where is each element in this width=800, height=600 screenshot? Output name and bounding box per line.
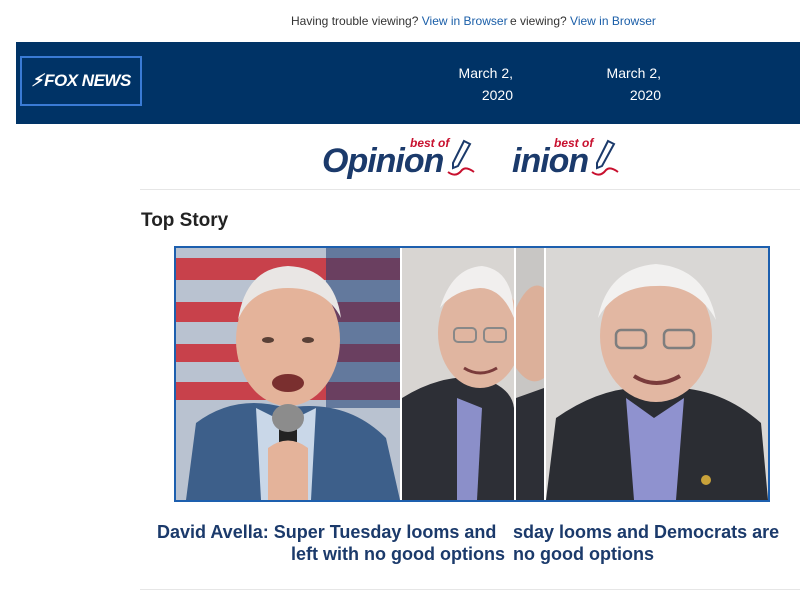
fox-logo-icon: ⚡︎ xyxy=(31,71,44,90)
pen-icon-2 xyxy=(591,139,619,176)
logo-text: FOX NEWS xyxy=(44,71,131,90)
divider-bottom xyxy=(140,589,800,590)
best-of-opinion-banner-duplicate: inion best of xyxy=(512,136,622,182)
issue-date-duplicate: March 2, 2020 xyxy=(606,65,661,103)
issue-date: March 2, 2020 xyxy=(458,65,513,103)
best-of-label: best of xyxy=(410,136,450,150)
best-of-opinion-banner: Opinion best of xyxy=(322,136,478,182)
trouble-viewing-label: Having trouble viewing? xyxy=(291,14,422,28)
view-in-browser-bar: Having trouble viewing? View in Browser … xyxy=(0,14,800,30)
view-in-browser-link-2[interactable]: View in Browser xyxy=(570,14,656,28)
fox-news-logo[interactable]: ⚡︎ FOX NEWS xyxy=(20,56,142,106)
biden-photo xyxy=(176,248,400,500)
pen-icon xyxy=(447,139,475,176)
headline-line2-b: no good options xyxy=(513,542,654,566)
sanders-photo xyxy=(546,248,768,500)
best-of-label-2: best of xyxy=(554,136,594,150)
top-story-image[interactable] xyxy=(174,246,770,502)
divider-top xyxy=(140,189,800,190)
view-in-browser-text-2: e viewing? View in Browser xyxy=(510,14,660,28)
photo-seam xyxy=(516,248,544,500)
trouble-viewing-label-2: e viewing? xyxy=(510,14,571,28)
headline-line1-b: sday looms and Democrats are xyxy=(513,520,780,544)
view-in-browser-text-1: Having trouble viewing? View in Browser xyxy=(291,14,511,28)
view-in-browser-link[interactable]: View in Browser xyxy=(422,14,508,28)
top-story-headline[interactable]: David Avella: Super Tuesday looms and sd… xyxy=(150,520,790,566)
header-bar: ⚡︎ FOX NEWS March 2, 2020 March 2, 2020 xyxy=(16,42,800,124)
sanders-photo-clipped xyxy=(402,248,514,500)
headline-line1-a: David Avella: Super Tuesday looms and xyxy=(157,522,497,542)
headline-line2-a: left with no good options xyxy=(291,544,505,564)
section-title: Top Story xyxy=(141,210,229,231)
